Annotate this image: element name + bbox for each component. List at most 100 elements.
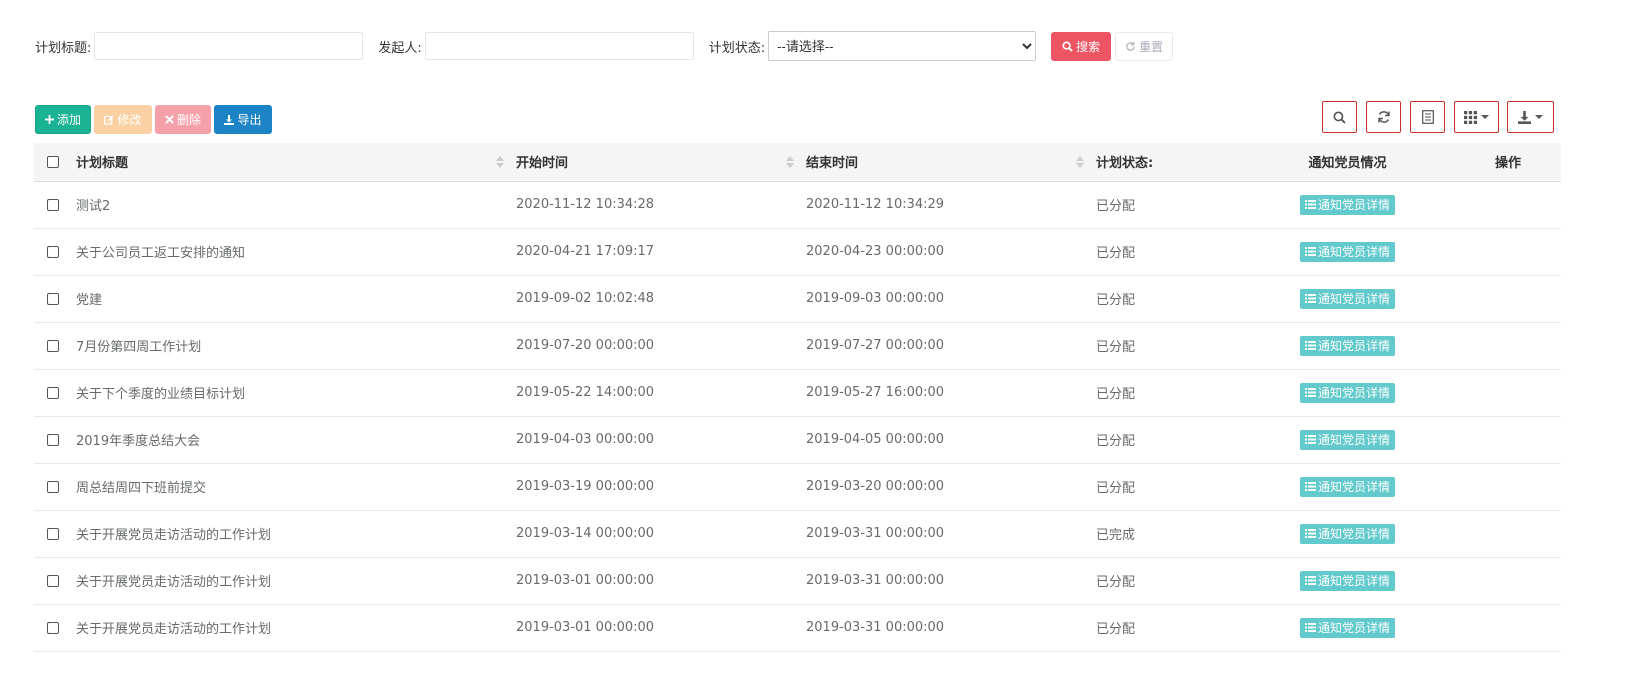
row-end-time: 2020-04-23 00:00:00 bbox=[806, 244, 945, 259]
notify-detail-button[interactable]: 通知党员详情 bbox=[1299, 288, 1395, 309]
row-status: 已分配 bbox=[1096, 340, 1136, 355]
table-row[interactable]: 关于下个季度的业绩目标计划 2019-05-22 14:00:00 2019-05-… bbox=[34, 369, 1561, 416]
table-row[interactable]: 2019年季度总结大会 2019-04-03 00:00:00 2019-04-05… bbox=[34, 416, 1561, 463]
row-status: 已分配 bbox=[1096, 575, 1136, 590]
column-header-end[interactable]: 结束时间 bbox=[798, 143, 1088, 182]
table-header: 计划标题 开始时间 结束时间 计划状态: 通知党员情况 操作 bbox=[34, 143, 1561, 182]
table-row[interactable]: 关于开展党员走访活动的工作计划 2019-03-01 00:00:00 2019-0… bbox=[34, 604, 1561, 651]
row-checkbox[interactable] bbox=[47, 386, 59, 399]
row-notify-cell: 通知党员详情 bbox=[1240, 369, 1455, 416]
notify-detail-button[interactable]: 通知党员详情 bbox=[1299, 382, 1395, 403]
grid-icon bbox=[1464, 110, 1477, 124]
notify-detail-button[interactable]: 通知党员详情 bbox=[1299, 241, 1395, 262]
list-icon bbox=[1421, 110, 1434, 124]
row-select-cell bbox=[34, 369, 68, 416]
row-checkbox[interactable] bbox=[47, 292, 59, 305]
row-status: 已分配 bbox=[1096, 481, 1136, 496]
add-button-label: 添加 bbox=[56, 113, 81, 127]
row-checkbox[interactable] bbox=[47, 574, 59, 587]
row-checkbox[interactable] bbox=[47, 198, 59, 211]
notify-detail-button[interactable]: 通知党员详情 bbox=[1299, 429, 1395, 450]
table-row[interactable]: 关于开展党员走访活动的工作计划 2019-03-01 00:00:00 2019-0… bbox=[34, 557, 1561, 604]
edit-button[interactable]: 修改 bbox=[94, 105, 152, 134]
row-end-time: 2019-07-27 00:00:00 bbox=[806, 338, 945, 353]
row-notify-cell: 通知党员详情 bbox=[1240, 463, 1455, 510]
row-notify-cell: 通知党员详情 bbox=[1240, 604, 1455, 651]
notify-detail-button[interactable]: 通知党员详情 bbox=[1299, 523, 1395, 544]
row-start-time: 2019-09-02 10:02:48 bbox=[516, 291, 655, 306]
row-actions bbox=[1455, 510, 1561, 557]
chevron-down-icon bbox=[1535, 115, 1543, 119]
columns-button[interactable] bbox=[1454, 101, 1499, 133]
notify-detail-button[interactable]: 通知党员详情 bbox=[1299, 476, 1395, 497]
row-end-time: 2019-05-27 16:00:00 bbox=[806, 385, 945, 400]
row-select-cell bbox=[34, 463, 68, 510]
row-actions bbox=[1455, 322, 1561, 369]
row-notify-cell: 通知党员详情 bbox=[1240, 557, 1455, 604]
row-actions bbox=[1455, 369, 1561, 416]
delete-button-label: 删除 bbox=[176, 113, 201, 127]
row-checkbox[interactable] bbox=[47, 433, 59, 446]
export-button[interactable]: 导出 bbox=[214, 105, 272, 134]
list-icon bbox=[1304, 576, 1316, 585]
column-header-title[interactable]: 计划标题 bbox=[68, 143, 508, 182]
search-button[interactable]: 搜索 bbox=[1051, 31, 1112, 61]
table-row[interactable]: 7月份第四周工作计划 2019-07-20 00:00:00 2019-07-27 … bbox=[34, 322, 1561, 369]
row-title: 关于公司员工返工安排的通知 bbox=[76, 246, 246, 261]
list-icon bbox=[1304, 341, 1316, 350]
row-checkbox[interactable] bbox=[47, 339, 59, 352]
notify-detail-button[interactable]: 通知党员详情 bbox=[1299, 617, 1395, 638]
row-actions bbox=[1455, 416, 1561, 463]
export-dropdown-button[interactable] bbox=[1507, 101, 1554, 133]
row-title: 关于开展党员走访活动的工作计划 bbox=[76, 575, 272, 590]
search-icon bbox=[1333, 110, 1346, 124]
column-header-notify: 通知党员情况 bbox=[1240, 143, 1455, 182]
reset-button[interactable]: 重置 bbox=[1115, 31, 1174, 61]
row-select-cell bbox=[34, 275, 68, 322]
row-checkbox[interactable] bbox=[47, 527, 59, 540]
column-header-start[interactable]: 开始时间 bbox=[508, 143, 798, 182]
row-start-time: 2020-04-21 17:09:17 bbox=[516, 244, 655, 259]
initiator-input[interactable] bbox=[424, 32, 694, 60]
notify-detail-label: 通知党员详情 bbox=[1317, 574, 1390, 588]
row-title: 关于开展党员走访活动的工作计划 bbox=[76, 622, 272, 637]
table-row[interactable]: 测试2 2020-11-12 10:34:28 2020-11-12 10:34:2… bbox=[34, 181, 1561, 228]
row-start-time: 2019-07-20 00:00:00 bbox=[516, 338, 655, 353]
notify-detail-button[interactable]: 通知党员详情 bbox=[1299, 335, 1395, 356]
toggle-view-button[interactable] bbox=[1410, 101, 1445, 133]
row-select-cell bbox=[34, 557, 68, 604]
row-start-time: 2019-03-19 00:00:00 bbox=[516, 479, 655, 494]
row-checkbox[interactable] bbox=[47, 480, 59, 493]
row-notify-cell: 通知党员详情 bbox=[1240, 228, 1455, 275]
row-status: 已分配 bbox=[1096, 199, 1136, 214]
row-notify-cell: 通知党员详情 bbox=[1240, 181, 1455, 228]
row-status: 已分配 bbox=[1096, 434, 1136, 449]
row-start-time: 2019-03-01 00:00:00 bbox=[516, 620, 655, 635]
table-row[interactable]: 关于开展党员走访活动的工作计划 2019-03-14 00:00:00 2019-0… bbox=[34, 510, 1561, 557]
notify-detail-label: 通知党员详情 bbox=[1317, 527, 1390, 541]
title-input[interactable] bbox=[94, 32, 364, 60]
row-select-cell bbox=[34, 228, 68, 275]
edit-button-label: 修改 bbox=[117, 113, 142, 127]
row-checkbox[interactable] bbox=[47, 245, 59, 258]
select-all-checkbox[interactable] bbox=[47, 155, 59, 168]
toggle-search-button[interactable] bbox=[1322, 101, 1357, 133]
add-button[interactable]: 添加 bbox=[35, 105, 91, 134]
table-row[interactable]: 关于公司员工返工安排的通知 2020-04-21 17:09:17 2020-04-… bbox=[34, 228, 1561, 275]
plan-table: 计划标题 开始时间 结束时间 计划状态: 通知党员情况 操作 测试2 2020-1… bbox=[34, 143, 1561, 652]
row-actions bbox=[1455, 557, 1561, 604]
row-notify-cell: 通知党员详情 bbox=[1240, 510, 1455, 557]
notify-detail-label: 通知党员详情 bbox=[1317, 245, 1390, 259]
table-row[interactable]: 周总结周四下班前提交 2019-03-19 00:00:00 2019-03-20 … bbox=[34, 463, 1561, 510]
status-select[interactable]: --请选择-- bbox=[768, 31, 1037, 61]
row-end-time: 2019-04-05 00:00:00 bbox=[806, 432, 945, 447]
row-checkbox[interactable] bbox=[47, 621, 59, 634]
download-icon bbox=[224, 114, 235, 125]
refresh-button[interactable] bbox=[1366, 101, 1401, 133]
status-label: 计划状态: bbox=[708, 40, 766, 56]
notify-detail-button[interactable]: 通知党员详情 bbox=[1299, 194, 1395, 215]
notify-detail-button[interactable]: 通知党员详情 bbox=[1299, 570, 1395, 591]
list-icon bbox=[1304, 200, 1316, 209]
table-row[interactable]: 党建 2019-09-02 10:02:48 2019-09-03 00:00:00… bbox=[34, 275, 1561, 322]
delete-button[interactable]: 删除 bbox=[155, 105, 211, 134]
